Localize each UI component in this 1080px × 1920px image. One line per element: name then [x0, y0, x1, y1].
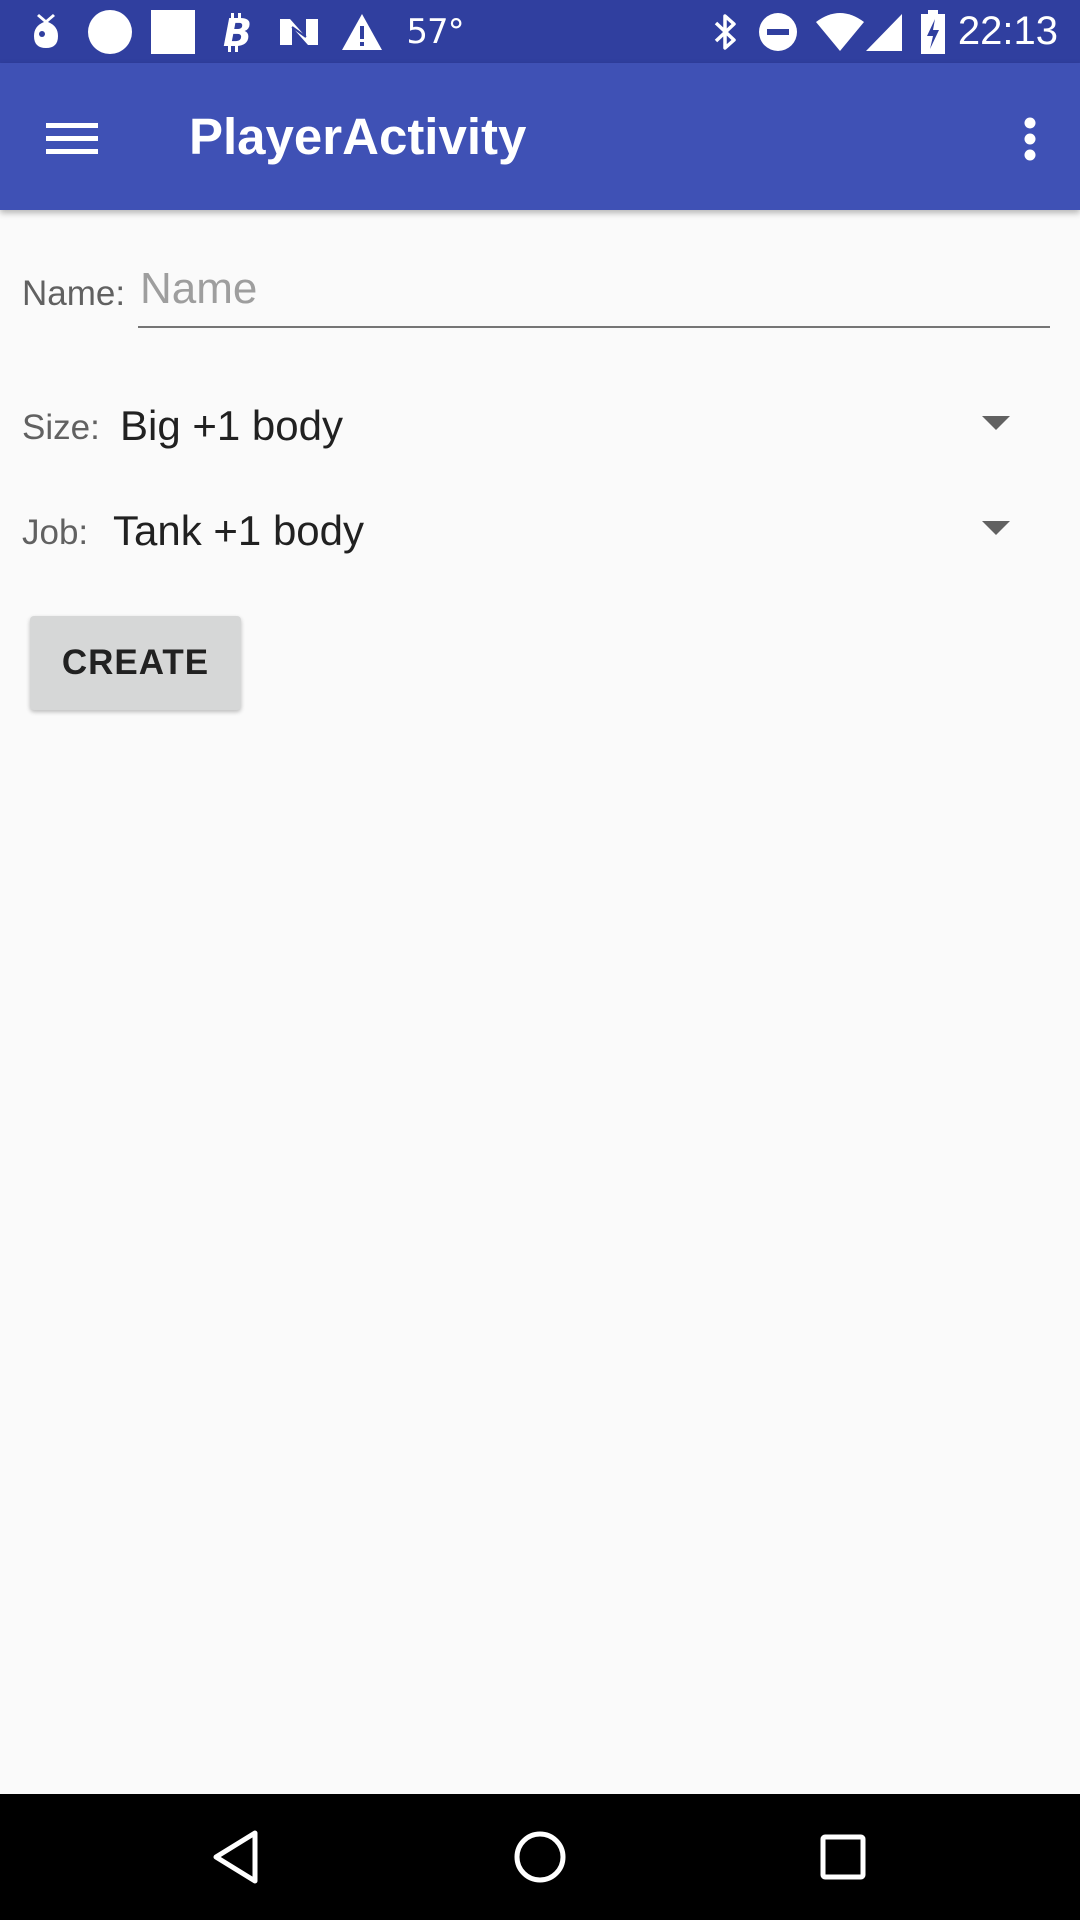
bitcoin-icon: B — [220, 0, 256, 63]
overflow-menu-button[interactable] — [1000, 101, 1060, 177]
job-spinner[interactable]: Job: Tank +1 body — [0, 485, 1040, 575]
size-spinner[interactable]: Size: Big +1 body — [0, 380, 1040, 470]
wifi-icon — [814, 0, 866, 63]
navigation-bar — [0, 1794, 1080, 1920]
home-icon — [514, 1831, 566, 1883]
recents-button[interactable] — [783, 1794, 903, 1920]
temperature-text: 57° — [406, 11, 464, 52]
battery-charging-icon — [918, 0, 948, 63]
page-title: PlayerActivity — [189, 108, 527, 165]
screen: B 57° 22:13 PlayerActivity Name: Name Si… — [0, 0, 1080, 1920]
name-label: Name: — [22, 274, 126, 313]
signal-icon — [864, 0, 904, 63]
size-selected-value: Big +1 body — [120, 402, 344, 449]
back-icon — [213, 1830, 258, 1884]
recents-icon — [820, 1834, 866, 1880]
more-vert-icon — [1024, 117, 1036, 161]
notification-pear-icon — [28, 0, 64, 63]
warning-icon — [340, 0, 384, 63]
dropdown-arrow-icon — [982, 416, 1010, 430]
menu-button[interactable] — [34, 101, 110, 177]
size-label: Size: — [22, 408, 100, 447]
home-button[interactable] — [480, 1794, 600, 1920]
job-selected-value: Tank +1 body — [113, 507, 365, 554]
job-label: Job: — [22, 513, 89, 552]
status-bar: B 57° 22:13 — [0, 0, 1080, 63]
bluetooth-icon — [710, 0, 742, 63]
circle-icon — [86, 0, 134, 63]
n-logo-icon — [278, 0, 320, 63]
hamburger-menu-icon — [46, 123, 98, 154]
do-not-disturb-icon — [756, 0, 800, 63]
back-button[interactable] — [176, 1794, 296, 1920]
app-bar: PlayerActivity — [0, 63, 1080, 210]
name-input[interactable] — [138, 258, 1050, 328]
status-clock: 22:13 — [957, 9, 1058, 53]
dropdown-arrow-icon — [982, 521, 1010, 535]
create-button[interactable]: CREATE — [30, 616, 241, 710]
square-icon — [150, 0, 196, 63]
